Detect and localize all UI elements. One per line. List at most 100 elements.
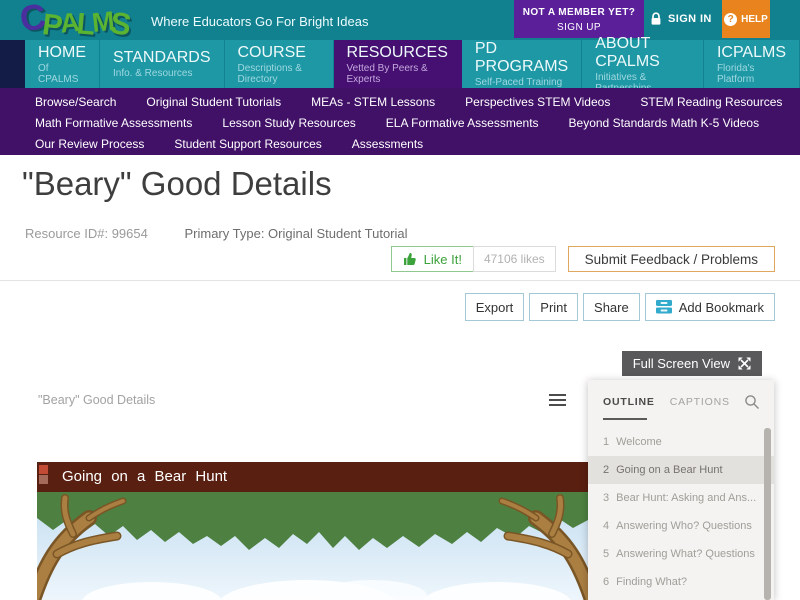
outline-list: 1 Welcome 2 Going on a Bear Hunt 3 Bear Hun… (588, 428, 774, 596)
subnav-link-perspectives-stem-videos[interactable]: Perspectives STEM Videos (450, 92, 625, 113)
subnav-link-beyond-standards-math[interactable]: Beyond Standards Math K-5 Videos (554, 113, 775, 134)
share-button[interactable]: Share (583, 293, 640, 321)
subnav-link-browse-search[interactable]: Browse/Search (20, 92, 131, 113)
subnav-link-assessments[interactable]: Assessments (337, 134, 438, 155)
nav-tab-label: PD PROGRAMS (474, 40, 569, 75)
subnav-link-math-formative-assessments[interactable]: Math Formative Assessments (20, 113, 207, 134)
outline-item-number: 5 (603, 548, 610, 560)
horizontal-divider (0, 280, 800, 281)
tab-outline[interactable]: OUTLINE (603, 396, 655, 408)
outline-item-finding-what[interactable]: 6 Finding What? (588, 568, 774, 596)
video-slide-title: Going on a Bear Hunt (62, 468, 228, 485)
question-icon: ? (724, 12, 738, 26)
outline-item-answering-what[interactable]: 5 Answering What? Questions (588, 540, 774, 568)
nav-tab-label: ABOUT CPALMS (595, 34, 660, 70)
likes-count: 47106 likes (472, 246, 556, 272)
add-bookmark-label: Add Bookmark (678, 299, 764, 315)
nav-tab-pd-programs[interactable]: PD PROGRAMS Self-Paced Training (461, 40, 583, 88)
like-group: Like It! 47106 likes (390, 246, 556, 272)
tutorial-video[interactable]: Going on a Bear Hunt (37, 462, 588, 600)
outline-item-going-on-a-bear-hunt[interactable]: 2 Going on a Bear Hunt (588, 456, 774, 484)
nav-tab-sublabel: Descriptions & Directory (237, 62, 302, 85)
nav-tab-sublabel: Vetted By Peers & Experts (346, 62, 428, 85)
help-label: HELP (741, 13, 768, 25)
subnav-link-student-support-resources[interactable]: Student Support Resources (159, 134, 336, 155)
expand-icon (738, 357, 751, 370)
subnav-row: Our Review Process Student Support Resou… (0, 134, 800, 155)
subnav-row: Browse/Search Original Student Tutorials… (0, 92, 800, 113)
outline-item-label: Bear Hunt: Asking and Ans... (616, 492, 757, 504)
outline-item-number: 4 (603, 520, 610, 532)
resource-meta: Resource ID#: 99654 Primary Type: Origin… (25, 226, 408, 241)
export-button[interactable]: Export (464, 293, 525, 321)
nav-tab-sublabel: Info. & Resources (113, 68, 193, 79)
search-icon[interactable] (744, 394, 760, 410)
subnav-link-stem-reading-resources[interactable]: STEM Reading Resources (625, 92, 797, 113)
nav-tab-label: RESOURCES (346, 43, 448, 61)
signup-question: NOT A MEMBER YET? (522, 7, 636, 18)
resource-toolbar: Export Print Share Add Bookmark (464, 293, 775, 321)
page-title: "Beary" Good Details (22, 165, 332, 202)
nav-tab-about-cpalms[interactable]: ABOUT CPALMS Initiatives & Partnerships (582, 35, 704, 94)
outline-item-label: Going on a Bear Hunt (616, 464, 723, 476)
signin-label: SIGN IN (668, 13, 712, 25)
outline-item-number: 6 (603, 576, 610, 588)
subnav-link-meas-stem-lessons[interactable]: MEAs - STEM Lessons (296, 92, 450, 113)
panel-scrollbar[interactable] (764, 428, 771, 600)
panel-tab-bar: OUTLINE CAPTIONS (588, 380, 774, 410)
full-screen-view-button[interactable]: Full Screen View (621, 351, 762, 376)
site-tagline: Where Educators Go For Bright Ideas (151, 14, 369, 29)
thumbs-up-icon (403, 252, 417, 266)
tab-captions[interactable]: CAPTIONS (670, 396, 730, 408)
submit-feedback-button[interactable]: Submit Feedback / Problems (567, 246, 775, 272)
actions-row: Like It! 47106 likes Submit Feedback / P… (390, 246, 775, 272)
help-button[interactable]: ? HELP (722, 0, 770, 38)
video-title-bar: Going on a Bear Hunt (37, 462, 588, 492)
sign-up-button[interactable]: NOT A MEMBER YET? SIGN UP (514, 0, 644, 38)
nav-tab-label: COURSE (237, 43, 306, 61)
nav-tab-standards[interactable]: STANDARDS Info. & Resources (100, 40, 225, 88)
nav-tab-sublabel: Self-Paced Training (474, 77, 563, 88)
bookmark-icon (655, 300, 672, 314)
resources-subnav: Browse/Search Original Student Tutorials… (0, 88, 800, 155)
player-title: "Beary" Good Details (38, 393, 156, 407)
outline-item-bear-hunt-asking[interactable]: 3 Bear Hunt: Asking and Ans... (588, 484, 774, 512)
lock-icon (650, 12, 662, 26)
logo-letter: P (40, 8, 62, 43)
print-button[interactable]: Print (529, 293, 579, 321)
nav-tab-home[interactable]: HOME Of CPALMS (25, 40, 100, 88)
menu-icon[interactable] (549, 394, 566, 409)
subnav-link-ela-formative-assessments[interactable]: ELA Formative Assessments (371, 113, 554, 134)
nav-tab-sublabel: Of CPALMS (38, 62, 79, 85)
like-button[interactable]: Like It! (390, 246, 474, 272)
main-navigation: HOME Of CPALMS STANDARDS Info. & Resourc… (0, 35, 800, 94)
outline-panel: OUTLINE CAPTIONS 1 Welcome 2 Going on a Be… (588, 380, 774, 600)
nav-tab-resources[interactable]: RESOURCES Vetted By Peers & Experts (333, 40, 462, 88)
nav-tab-label: ICPALMS (716, 43, 786, 61)
nav-tab-label: HOME (38, 43, 86, 61)
full-screen-label: Full Screen View (632, 356, 730, 371)
outline-item-welcome[interactable]: 1 Welcome (588, 428, 774, 456)
outline-item-label: Welcome (616, 436, 662, 448)
outline-item-label: Answering What? Questions (616, 548, 755, 560)
outline-item-label: Finding What? (616, 576, 688, 588)
video-scene-illustration (37, 492, 588, 600)
nav-tab-course[interactable]: COURSE Descriptions & Directory (224, 40, 334, 88)
cpalms-logo[interactable]: CPALMS (17, 0, 131, 43)
nav-tab-sublabel: Florida's Platform (716, 62, 755, 85)
subnav-link-original-student-tutorials[interactable]: Original Student Tutorials (131, 92, 296, 113)
sign-in-button[interactable]: SIGN IN (650, 0, 712, 38)
outline-item-number: 2 (603, 464, 610, 476)
nav-tab-label: STANDARDS (113, 49, 211, 66)
primary-type: Primary Type: Original Student Tutorial (184, 226, 408, 241)
add-bookmark-button[interactable]: Add Bookmark (644, 293, 775, 321)
slide-marker-icon (39, 465, 48, 474)
subnav-link-our-review-process[interactable]: Our Review Process (20, 134, 159, 155)
slide-marker-icon (39, 475, 48, 484)
logo-letter: S (108, 4, 132, 43)
active-tab-underline (603, 418, 647, 420)
like-label: Like It! (423, 251, 462, 267)
nav-tab-icpalms[interactable]: ICPALMS Florida's Platform (703, 40, 800, 88)
outline-item-answering-who[interactable]: 4 Answering Who? Questions (588, 512, 774, 540)
subnav-link-lesson-study-resources[interactable]: Lesson Study Resources (207, 113, 370, 134)
